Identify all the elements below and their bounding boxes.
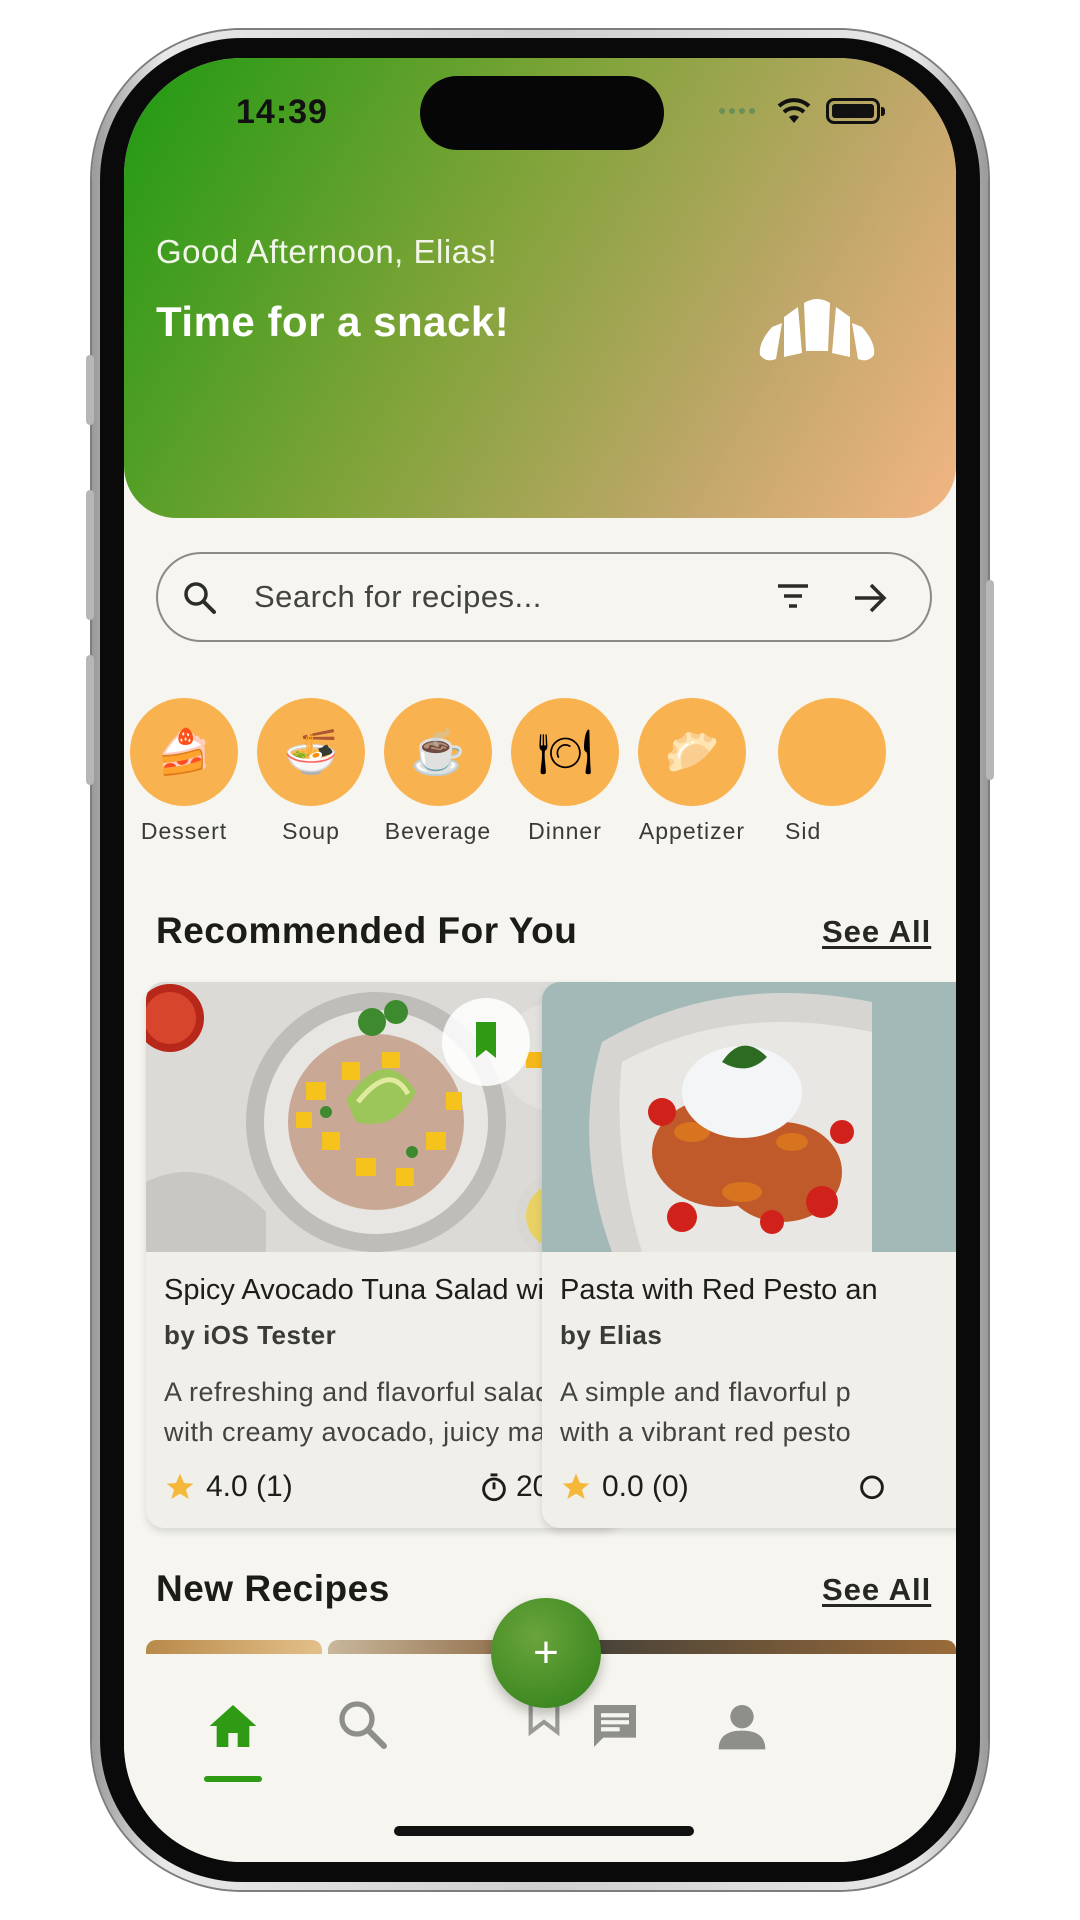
category-appetizer[interactable]: 🥟 Appetizer <box>627 698 757 845</box>
category-label: Dessert <box>140 818 228 844</box>
timer-icon <box>482 1473 506 1502</box>
search-input[interactable] <box>254 579 734 615</box>
category-label: Soup <box>282 818 340 844</box>
recipe-rating: 0.0 (0) <box>560 1470 689 1504</box>
rating-value: 0.0 (0) <box>602 1470 689 1503</box>
category-beverage[interactable]: ☕ Beverage <box>373 698 503 845</box>
side-button-volume-up <box>86 490 94 620</box>
star-icon <box>166 1473 194 1499</box>
add-recipe-button[interactable]: + <box>491 1598 601 1708</box>
recipe-author: by Elias <box>560 1320 663 1350</box>
new-recipes-title: New Recipes <box>156 1568 390 1609</box>
home-icon[interactable] <box>204 1698 262 1754</box>
chat-icon[interactable] <box>586 1698 644 1754</box>
category-soup[interactable]: 🍜 Soup <box>246 698 376 845</box>
recipe-description-line: A refreshing and flavorful salad <box>164 1377 551 1407</box>
recipe-description: A simple and flavorful p with a vibrant … <box>560 1372 956 1452</box>
header-banner: 14:39 Good Afternoon, Elias! Time for a … <box>124 58 956 518</box>
recipe-description-line: with a vibrant red pesto <box>560 1417 852 1447</box>
soup-icon: 🍜 <box>257 698 365 806</box>
recipe-description-line: A simple and flavorful p <box>560 1377 852 1407</box>
side-button-power <box>986 580 994 780</box>
status-time: 14:39 <box>236 93 328 131</box>
category-dessert[interactable]: 🍰 Dessert <box>124 698 249 845</box>
beverage-icon: ☕ <box>384 698 492 806</box>
greeting-text: Good Afternoon, Elias! <box>156 233 498 270</box>
app-screen: 14:39 Good Afternoon, Elias! Time for a … <box>124 58 956 1862</box>
recipe-rating: 4.0 (1) <box>164 1470 293 1504</box>
category-label: Dinner <box>528 818 602 844</box>
recipe-author: by iOS Tester <box>164 1320 337 1350</box>
side-button-volume-down <box>86 655 94 785</box>
recipe-time <box>858 1470 886 1500</box>
search-bar[interactable] <box>156 552 932 642</box>
category-label: Appetizer <box>638 818 746 844</box>
recipe-description: A refreshing and flavorful salad with cr… <box>164 1372 604 1452</box>
appetizer-icon: 🥟 <box>638 698 746 806</box>
recommended-see-all-link[interactable]: See All <box>822 914 931 950</box>
signal-icon <box>719 108 755 114</box>
recommended-title: Recommended For You <box>156 910 578 951</box>
side-button-silent <box>86 355 94 425</box>
headline-text: Time for a snack! <box>156 298 510 345</box>
wifi-icon <box>777 98 811 123</box>
side-dish-icon <box>778 698 886 806</box>
battery-icon <box>826 98 885 124</box>
search-icon[interactable] <box>336 1698 390 1752</box>
recipe-title: Spicy Avocado Tuna Salad with ... <box>164 1274 601 1306</box>
category-label: Beverage <box>384 818 492 844</box>
category-side[interactable]: Sid <box>754 698 886 845</box>
status-icons <box>718 94 885 128</box>
category-label: Sid <box>785 818 822 844</box>
category-dinner[interactable]: 🍽 Dinner <box>500 698 630 845</box>
active-tab-indicator <box>204 1776 262 1782</box>
recipe-title: Pasta with Red Pesto an <box>560 1274 878 1306</box>
star-icon <box>562 1473 590 1499</box>
plus-icon: + <box>533 1628 559 1677</box>
dynamic-island <box>420 76 664 150</box>
home-indicator[interactable] <box>394 1826 694 1836</box>
arrow-right-icon[interactable] <box>852 581 888 615</box>
dinner-icon: 🍽 <box>511 698 619 806</box>
croissant-icon <box>759 299 875 361</box>
dessert-icon: 🍰 <box>130 698 238 806</box>
new-recipes-see-all-link[interactable]: See All <box>822 1572 931 1608</box>
timer-icon <box>860 1475 884 1500</box>
search-icon <box>184 582 216 614</box>
rating-value: 4.0 (1) <box>206 1470 293 1503</box>
recipe-card[interactable]: Pasta with Red Pesto an by Elias A simpl… <box>542 982 956 1528</box>
recipe-image-pasta <box>542 982 956 1252</box>
recipe-description-line: with creamy avocado, juicy ma... <box>164 1417 571 1447</box>
profile-icon[interactable] <box>714 1698 770 1754</box>
filter-icon[interactable] <box>776 582 810 612</box>
